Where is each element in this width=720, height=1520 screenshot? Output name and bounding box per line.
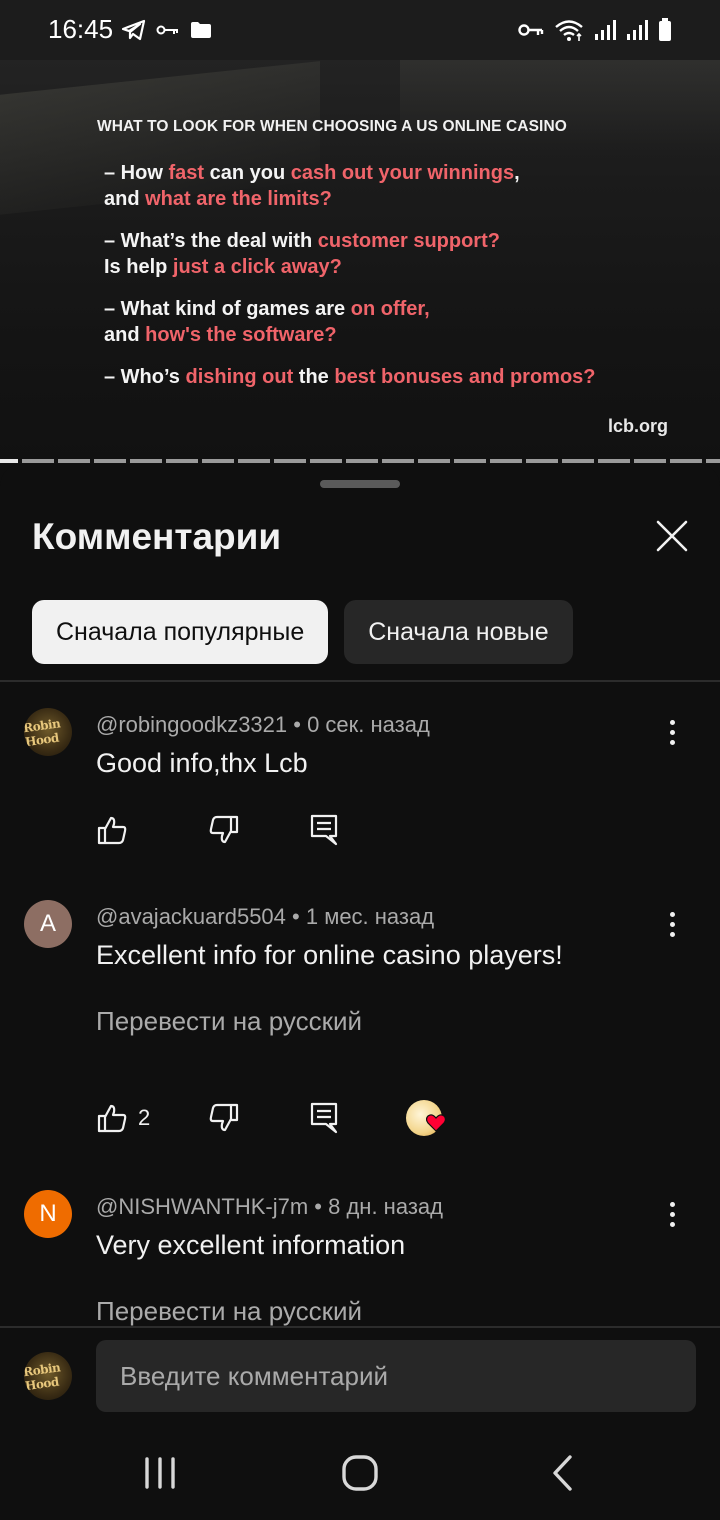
status-left-icons (122, 17, 212, 43)
thumb-up-icon (97, 1104, 127, 1133)
chapter-segment (670, 459, 702, 463)
chapter-segment (94, 459, 126, 463)
video-player[interactable]: WHAT TO LOOK FOR WHEN CHOOSING A US ONLI… (0, 60, 720, 464)
key-icon (156, 25, 178, 35)
sheet-title: Комментарии (32, 516, 282, 557)
like-button[interactable]: 2 (96, 1098, 150, 1138)
battery-icon (659, 18, 671, 41)
translate-link[interactable]: Перевести на русский (96, 1296, 362, 1327)
chapter-segment (562, 459, 594, 463)
comment-actions (96, 810, 496, 850)
close-icon (656, 520, 688, 552)
comment-text: Excellent info for online casino players… (96, 940, 563, 970)
sort-chips: Сначала популярные Сначала новые (32, 600, 573, 664)
sort-popular-chip[interactable]: Сначала популярные (32, 600, 329, 664)
recents-button[interactable] (130, 1448, 190, 1498)
comment-menu-button[interactable] (660, 1196, 684, 1232)
comment-actions: 2 (96, 1098, 496, 1138)
chapter-segment (418, 459, 450, 463)
chapter-segment (706, 459, 720, 463)
chapter-segment (58, 459, 90, 463)
back-icon (553, 1455, 572, 1491)
comment-author[interactable]: @avajackuard5504 (96, 904, 286, 929)
video-brand: lcb.org (607, 416, 668, 436)
video-question-3: – What kind of games are on offer, and h… (104, 298, 430, 346)
folder-icon (191, 22, 211, 38)
video-heading: WHAT TO LOOK FOR WHEN CHOOSING A US ONLI… (97, 118, 567, 135)
dislike-button[interactable] (208, 810, 240, 850)
thumb-down-icon (209, 815, 239, 844)
chapter-segment (634, 459, 666, 463)
creator-heart-badge (406, 1098, 450, 1138)
chapter-segment (166, 459, 198, 463)
chapter-segment (382, 459, 414, 463)
back-button[interactable] (532, 1448, 592, 1498)
status-bar: 16:45 (0, 0, 720, 60)
video-question-1: – How fast can you cash out your winning… (104, 162, 520, 210)
home-button[interactable] (330, 1448, 390, 1498)
close-button[interactable] (652, 516, 692, 556)
reply-button[interactable] (310, 810, 338, 850)
comment-time: 1 мес. назад (305, 904, 435, 929)
comment-time: 8 дн. назад (328, 1194, 443, 1219)
chapter-segment (274, 459, 306, 463)
comment-meta: @avajackuard5504 • 1 мес. назад (96, 904, 435, 929)
thumb-up-icon (97, 816, 127, 845)
comment-meta: @NISHWANTHK-j7m • 8 дн. назад (96, 1194, 443, 1219)
drag-handle[interactable] (320, 480, 400, 488)
reply-icon (310, 814, 338, 846)
chapter-segment (202, 459, 234, 463)
like-count: 2 (138, 1105, 151, 1130)
telegram-icon (122, 19, 146, 41)
home-icon (342, 1455, 378, 1491)
recents-icon (145, 1457, 175, 1489)
reply-icon (310, 1102, 338, 1134)
user-avatar: Robin Hood (24, 1352, 72, 1400)
video-question-4: – Who’s dishing out the best bonuses and… (104, 366, 596, 388)
heart-icon (426, 1114, 446, 1132)
signal-1-icon (595, 20, 616, 40)
comment-menu-button[interactable] (660, 714, 684, 750)
comment-composer: Robin Hood (0, 1328, 720, 1428)
like-button[interactable] (96, 810, 128, 850)
avatar[interactable]: N (24, 1190, 72, 1238)
chapter-segment (346, 459, 378, 463)
comment-text: Very excellent information (96, 1230, 406, 1260)
signal-2-icon (627, 20, 648, 40)
chapter-segment (310, 459, 342, 463)
chapter-segment (490, 459, 522, 463)
comment-input[interactable] (96, 1340, 696, 1412)
comment-meta: @robingoodkz3321 • 0 сек. назад (96, 712, 430, 737)
comment-text: Good info,thx Lcb (96, 748, 308, 778)
comment-menu-button[interactable] (660, 906, 684, 942)
sort-newest-chip[interactable]: Сначала новые (344, 600, 573, 664)
status-right-icons (518, 16, 672, 44)
avatar[interactable]: A (24, 900, 72, 948)
dislike-button[interactable] (208, 1098, 240, 1138)
chapter-segment (598, 459, 630, 463)
chapter-segment (0, 459, 18, 463)
reply-button[interactable] (310, 1098, 338, 1138)
avatar[interactable]: Robin Hood (24, 708, 72, 756)
video-question-2: – What’s the deal with customer support?… (104, 230, 500, 278)
comment-time: 0 сек. назад (307, 712, 430, 737)
chapter-segment (454, 459, 486, 463)
system-nav-bar (0, 1428, 720, 1520)
comments-list: Robin Hood @robingoodkz3321 • 0 сек. наз… (0, 682, 720, 1328)
status-time: 16:45 (48, 14, 114, 44)
chapter-segment (22, 459, 54, 463)
comment-author[interactable]: @robingoodkz3321 (96, 712, 287, 737)
comment-author[interactable]: @NISHWANTHK-j7m (96, 1194, 308, 1219)
chapter-segment (526, 459, 558, 463)
chapter-segment (238, 459, 270, 463)
wifi-icon (555, 20, 583, 41)
thumb-down-icon (209, 1103, 239, 1132)
chapter-segment (130, 459, 162, 463)
vpn-key-icon (518, 24, 544, 36)
app-root: 16:45 WHAT TO LOOK FOR WHEN CHOOSING A U… (0, 0, 720, 1520)
video-text: – How fast can you cash out your winning… (104, 160, 596, 406)
translate-link[interactable]: Перевести на русский (96, 1006, 362, 1037)
